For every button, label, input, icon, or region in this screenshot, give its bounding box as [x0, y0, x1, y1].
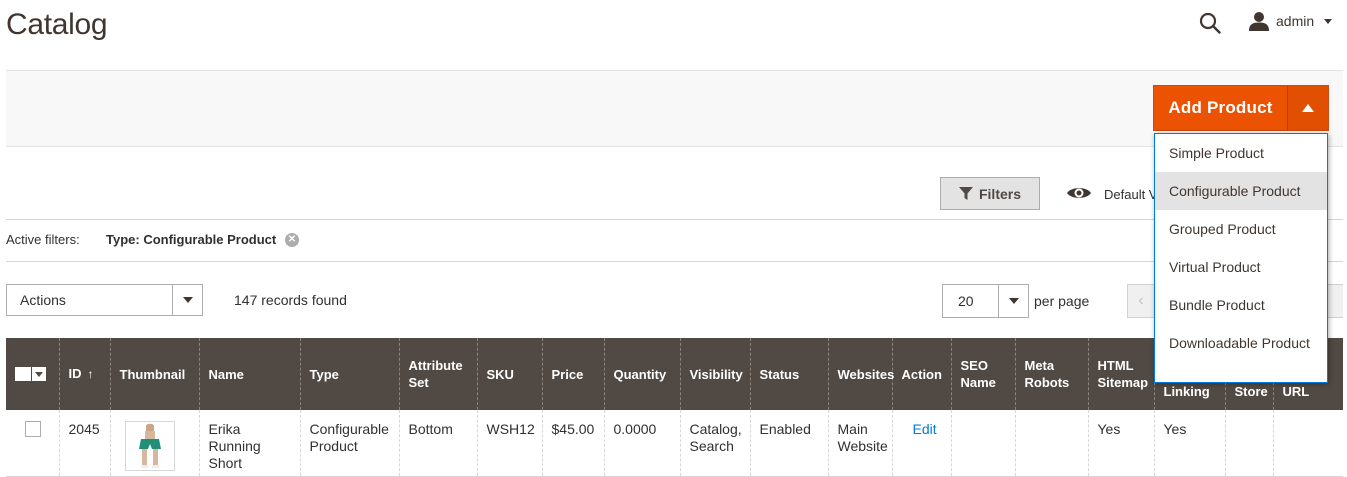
edit-link[interactable]: Edit	[913, 421, 937, 437]
col-header-seo-name[interactable]: SEO Name	[950, 338, 1015, 410]
col-header-name[interactable]: Name	[198, 338, 300, 410]
cell-price: $45.00	[541, 410, 604, 476]
cell-id: 2045	[58, 410, 110, 476]
cell-attribute-set: Bottom	[398, 410, 477, 476]
mass-actions-select[interactable]: Actions	[6, 284, 203, 316]
cell-quantity: 0.0000	[603, 410, 680, 476]
remove-filter-icon[interactable]: ✕	[285, 233, 299, 247]
sort-asc-icon: ↑	[87, 367, 94, 381]
per-page-select[interactable]: 20	[942, 284, 1029, 318]
records-count: 147 records found	[234, 292, 347, 308]
col-header-attribute-set[interactable]: Attribute Set	[398, 338, 477, 410]
cell-sku: WSH12	[476, 410, 542, 476]
product-thumbnail[interactable]	[124, 421, 175, 471]
menu-item-configurable-product[interactable]: Configurable Product	[1155, 172, 1327, 210]
caret-up-icon	[1302, 104, 1314, 112]
funnel-icon	[958, 186, 973, 200]
chevron-down-icon	[172, 285, 202, 315]
menu-item-bundle-product[interactable]: Bundle Product	[1155, 286, 1327, 324]
select-all-checkbox[interactable]	[15, 367, 31, 381]
pager-prev-button[interactable]: ‹	[1127, 284, 1155, 318]
col-header-websites[interactable]: Websites	[827, 338, 894, 410]
admin-user-menu[interactable]: admin	[1248, 11, 1333, 31]
cell-html-sitemap: Yes	[1087, 410, 1154, 476]
page-title: Catalog	[6, 8, 108, 41]
view-selector[interactable]: Default V	[1104, 187, 1157, 202]
menu-item-grouped-product[interactable]: Grouped Product	[1155, 210, 1327, 248]
cell-type: Configurable Product	[299, 410, 399, 476]
cell-store	[1224, 410, 1273, 476]
per-page-value: 20	[958, 293, 974, 309]
search-icon[interactable]	[1199, 12, 1221, 34]
add-product-menu: Simple Product Configurable Product Grou…	[1154, 133, 1328, 383]
divider	[6, 219, 1343, 220]
col-header-type[interactable]: Type	[299, 338, 399, 410]
grid-header-row: ID ↑ Thumbnail Name Type Attribute Set SK…	[6, 338, 1343, 410]
active-filter-tag: Type: Configurable Product	[106, 232, 277, 247]
menu-item-downloadable-product[interactable]: Downloadable Product	[1155, 324, 1327, 382]
page-actions-bar	[6, 70, 1343, 147]
per-page-label: per page	[1034, 293, 1090, 309]
user-name: admin	[1276, 13, 1315, 29]
mass-select-header[interactable]	[6, 338, 59, 410]
add-product-toggle[interactable]	[1287, 86, 1328, 130]
col-header-html-sitemap[interactable]: HTML Sitemap	[1087, 338, 1154, 410]
cell-thumbnail	[109, 410, 199, 476]
row-checkbox[interactable]	[25, 421, 41, 437]
chevron-down-icon	[1324, 18, 1333, 24]
col-header-status[interactable]: Status	[749, 338, 828, 410]
filters-button[interactable]: Filters	[940, 177, 1040, 210]
filters-label: Filters	[978, 185, 1021, 202]
row-select-cell	[6, 410, 59, 476]
table-row[interactable]: 2045 Erika Running Short Configurable Pr…	[6, 410, 1343, 476]
col-header-quantity[interactable]: Quantity	[603, 338, 680, 410]
cell-status: Enabled	[749, 410, 828, 476]
cell-action: Edit	[891, 410, 951, 476]
chevron-down-icon	[998, 285, 1028, 317]
col-header-price[interactable]: Price	[541, 338, 604, 410]
cell-url	[1272, 410, 1343, 476]
add-product-split-button: Add Product	[1153, 85, 1329, 131]
product-image	[138, 423, 161, 468]
cell-linking: Yes	[1153, 410, 1225, 476]
col-header-sku[interactable]: SKU	[476, 338, 542, 410]
col-header-visibility[interactable]: Visibility	[679, 338, 750, 410]
eye-icon[interactable]	[1066, 185, 1092, 201]
user-icon	[1249, 12, 1269, 31]
active-filters-label: Active filters:	[6, 232, 80, 247]
add-product-button[interactable]: Add Product	[1154, 86, 1287, 130]
cell-websites: Main Website	[827, 410, 892, 476]
col-header-meta-robots[interactable]: Meta Robots	[1014, 338, 1088, 410]
cell-meta-robots	[1014, 410, 1088, 476]
col-header-id[interactable]: ID ↑	[58, 338, 110, 410]
actions-label: Actions	[20, 292, 66, 308]
menu-item-virtual-product[interactable]: Virtual Product	[1155, 248, 1327, 286]
chevron-down-icon[interactable]	[31, 367, 46, 381]
col-header-thumbnail: Thumbnail	[109, 338, 199, 410]
divider	[6, 261, 1343, 262]
cell-visibility: Catalog, Search	[679, 410, 750, 476]
menu-item-simple-product[interactable]: Simple Product	[1155, 134, 1327, 172]
cell-seo-name	[950, 410, 1015, 476]
product-grid: ID ↑ Thumbnail Name Type Attribute Set SK…	[6, 338, 1343, 477]
col-header-action: Action	[891, 338, 951, 410]
cell-name: Erika Running Short	[198, 410, 300, 476]
